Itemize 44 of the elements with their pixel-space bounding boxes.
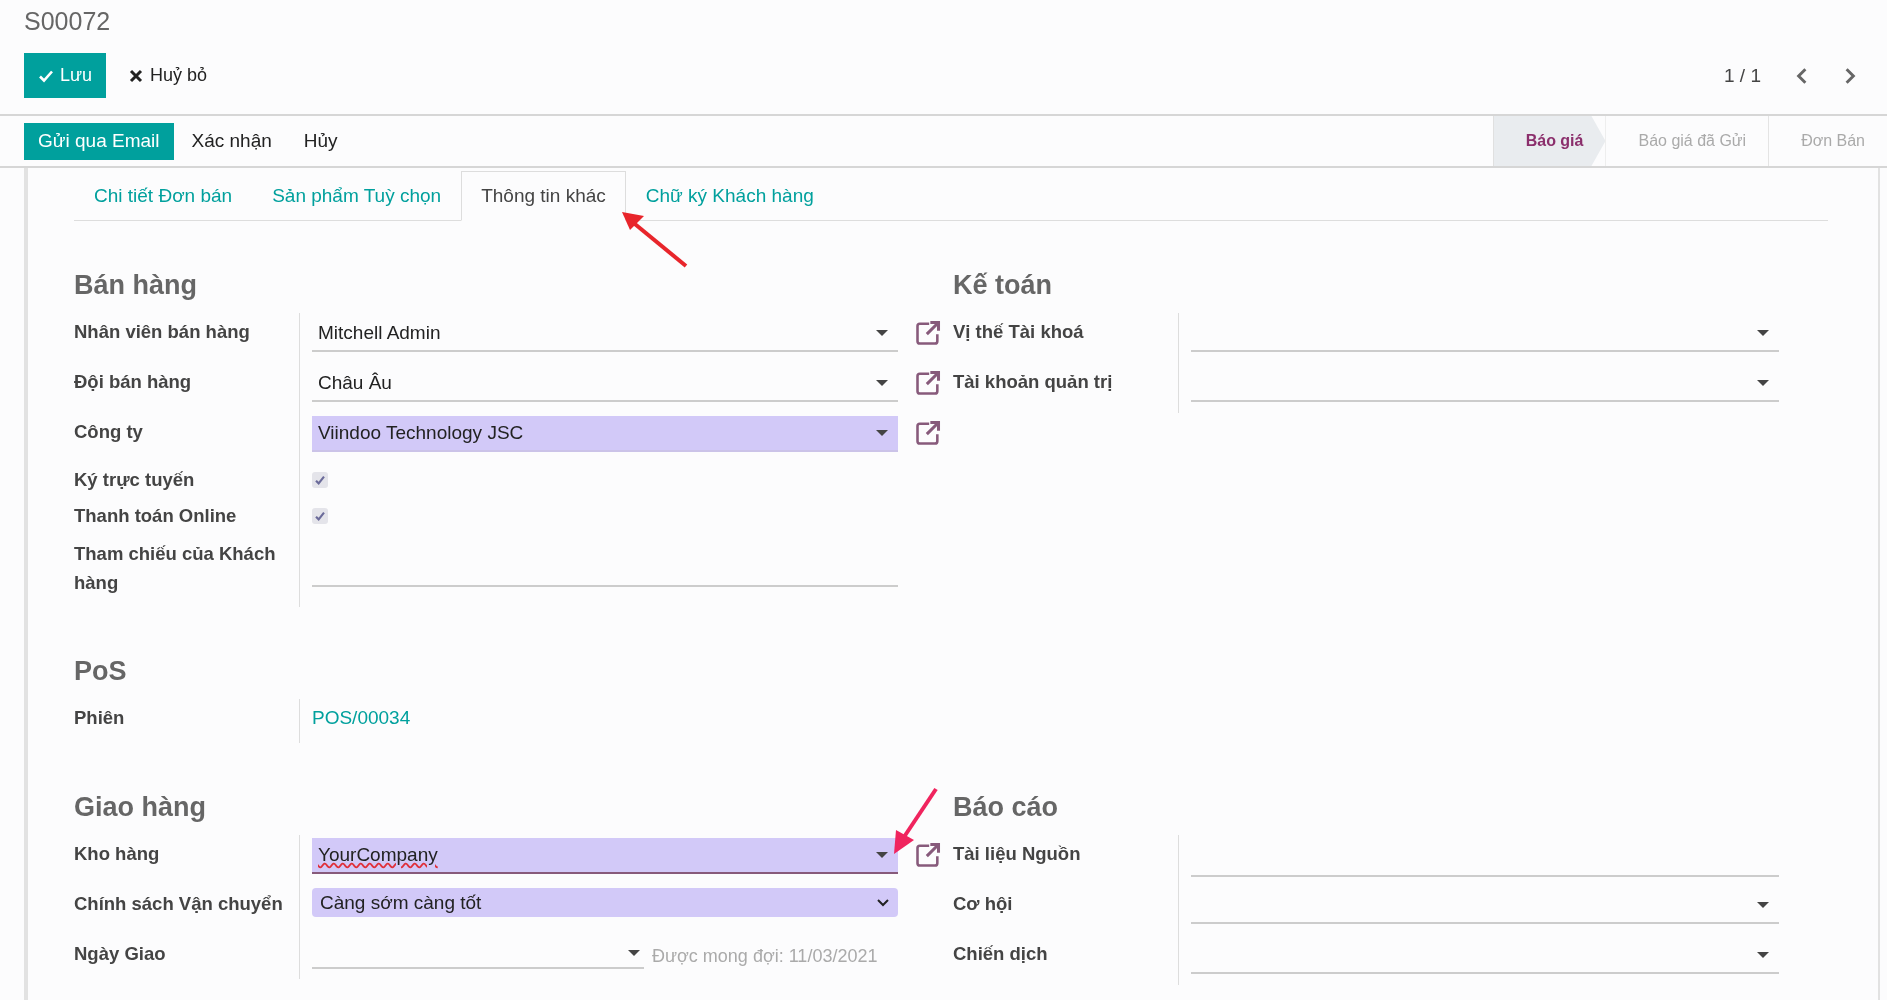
field-label: Thanh toán Online (74, 504, 237, 528)
section-heading: PoS (74, 655, 127, 688)
status-step[interactable]: Báo giá (1492, 116, 1606, 166)
select-field[interactable]: YourCompany (312, 838, 898, 874)
field-label: Đội bán hàng (74, 370, 192, 394)
section-heading: Bán hàng (74, 269, 197, 302)
dropdown-field[interactable]: Càng sớm càng tốt (312, 888, 898, 917)
select-field[interactable]: Châu Âu (312, 366, 898, 402)
field-label: Tham chiếu của Khách hàng (74, 542, 277, 595)
chevron-down-icon (876, 897, 890, 908)
discard-button[interactable]: Huỷ bỏ (114, 53, 222, 98)
pager-counter: 1 / 1 (1724, 64, 1761, 87)
field-label: Vị thế Tài khoá (953, 320, 1084, 344)
field-label: Công ty (74, 420, 143, 444)
next-icon[interactable] (1843, 66, 1857, 85)
section-heading: Kế toán (953, 269, 1052, 302)
expected-date-hint: Được mong đợi: 11/03/2021 (652, 945, 878, 968)
field-label: Ký trực tuyến (74, 468, 195, 492)
field-label: Phiên (74, 706, 125, 730)
field-label: Nhân viên bán hàng (74, 320, 250, 344)
checkbox[interactable] (312, 472, 328, 488)
record-title: S00072 (24, 6, 112, 36)
field-label: Ngày Giao (74, 942, 166, 966)
external-link-icon[interactable] (914, 319, 942, 347)
section-heading: Báo cáo (953, 791, 1059, 824)
select-field[interactable]: Mitchell Admin (312, 316, 898, 352)
action-button[interactable]: Hủy (289, 122, 352, 160)
field-label: Kho hàng (74, 842, 160, 866)
annotation-arrow (620, 210, 690, 270)
checkbox[interactable] (312, 508, 328, 524)
select-field[interactable]: Viindoo Technology JSC (312, 416, 898, 452)
close-icon (128, 67, 145, 84)
field-label: Cơ hội (953, 892, 1013, 916)
tab[interactable]: Thông tin khác (461, 171, 626, 221)
action-button[interactable]: Xác nhận (177, 122, 286, 160)
field-label: Chính sách Vận chuyển (74, 892, 283, 916)
previous-icon[interactable] (1795, 66, 1809, 85)
field-label: Chiến dịch (953, 942, 1048, 966)
section-heading: Giao hàng (74, 791, 206, 824)
external-link-icon[interactable] (914, 369, 942, 397)
external-link-icon[interactable] (914, 419, 942, 447)
external-link-icon[interactable] (914, 841, 942, 869)
field-label: Tài khoản quản trị (953, 370, 1113, 394)
field-label: Tài liệu Nguồn (953, 842, 1081, 866)
